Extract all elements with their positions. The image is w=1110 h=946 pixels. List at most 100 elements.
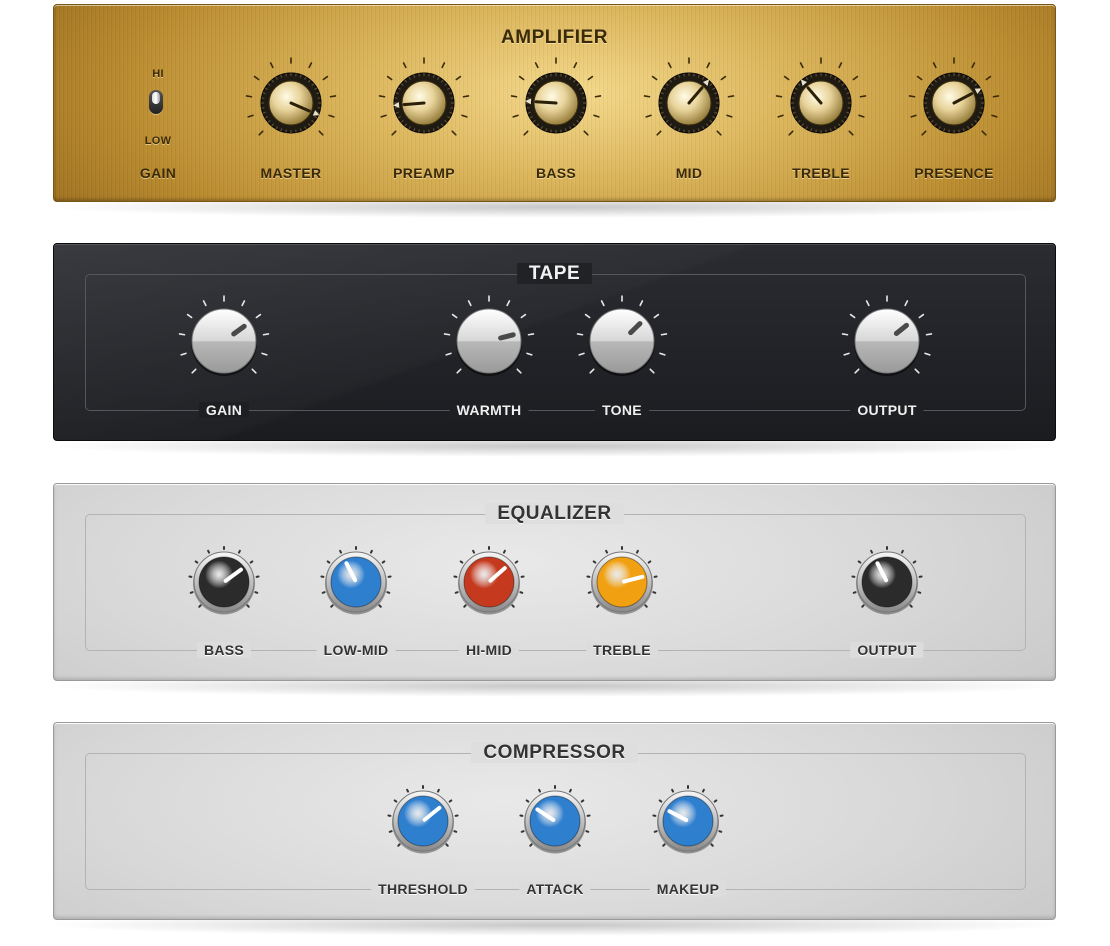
eq-bass-label: BASS: [196, 642, 252, 658]
knob-tick: [859, 95, 867, 98]
knob-tick: [378, 95, 386, 98]
knob-tick: [330, 604, 334, 608]
knob-tick: [445, 352, 452, 356]
knob-tick: [917, 591, 922, 594]
knob-tick: [600, 300, 605, 307]
tape-warmth-label: WARMTH: [449, 402, 529, 418]
knob-tick: [981, 130, 987, 136]
knob-tick: [180, 352, 187, 356]
knob-tick: [799, 62, 804, 69]
comp-knob-makeup[interactable]: [638, 771, 738, 871]
knob-tick: [467, 300, 472, 307]
knob-tick: [441, 62, 446, 69]
knob-tick: [635, 549, 639, 554]
knob-tick: [916, 75, 923, 81]
knob-tick: [246, 604, 250, 608]
knob-tick: [720, 75, 727, 81]
knob-tick: [594, 95, 602, 98]
knob-tick: [520, 830, 525, 833]
knob-cap: [589, 308, 655, 374]
knob-tick: [727, 95, 735, 98]
knob-tick: [378, 604, 382, 608]
knob-tick: [838, 62, 843, 69]
knob-tick: [445, 843, 449, 847]
comp-threshold-label: THRESHOLD: [371, 881, 475, 897]
amp-knob-master[interactable]: [241, 53, 341, 153]
amp-knob-treble[interactable]: [771, 53, 871, 153]
knob-tick: [453, 830, 458, 833]
knob-tick: [381, 560, 386, 564]
knob-tick: [716, 130, 722, 136]
knob-tick: [870, 549, 874, 554]
amp-knob-bass[interactable]: [506, 53, 606, 153]
knob-tick: [861, 604, 865, 608]
knob-tick: [848, 130, 854, 136]
knob-tick: [857, 560, 862, 564]
knob-indicator: [402, 101, 426, 107]
knob-tick: [339, 549, 343, 554]
knob-tick: [455, 75, 462, 81]
knob-tick: [653, 830, 658, 833]
tape-knob-output[interactable]: [837, 291, 937, 391]
knob-tick: [456, 368, 462, 374]
amp-mid-label: MID: [675, 165, 703, 181]
knob-tick: [578, 352, 585, 356]
comp-knob-attack[interactable]: [505, 771, 605, 871]
knob-tick: [706, 62, 711, 69]
knob-tick: [269, 62, 274, 69]
knob-tick: [406, 788, 410, 793]
knob-tick: [397, 843, 401, 847]
amp-presence-label: PRESENCE: [914, 165, 994, 181]
tape-knob-gain[interactable]: [174, 291, 274, 391]
tape-knob-warmth[interactable]: [439, 291, 539, 391]
amp-knob-preamp[interactable]: [374, 53, 474, 153]
knob-tick: [775, 95, 783, 98]
knob-tick: [241, 300, 246, 307]
gain-toggle-switch[interactable]: [148, 89, 164, 115]
eq-knob-bass[interactable]: [174, 532, 274, 632]
knob-tick: [667, 62, 672, 69]
knob-tick: [971, 62, 976, 69]
eq-treble-label: TREBLE: [586, 642, 658, 658]
knob-tick: [472, 549, 476, 554]
knob-tick: [402, 62, 407, 69]
knob-tick: [580, 799, 585, 803]
eq-knob-low-mid[interactable]: [306, 532, 406, 632]
knob-tick: [178, 333, 186, 336]
knob-tick: [589, 368, 595, 374]
comp-knob-threshold[interactable]: [373, 771, 473, 871]
knob-tick: [526, 352, 533, 356]
knob-tick: [671, 788, 675, 793]
knob-tick: [573, 62, 578, 69]
knob-tick: [462, 95, 470, 98]
knob-tick: [514, 560, 519, 564]
amp-knob-mid[interactable]: [639, 53, 739, 153]
tape-knob-tone[interactable]: [572, 291, 672, 391]
eq-knob-treble[interactable]: [572, 532, 672, 632]
knob-tick: [639, 300, 644, 307]
knob-tick: [568, 788, 572, 793]
knob-tick: [644, 604, 648, 608]
amp-knob-presence[interactable]: [904, 53, 1004, 153]
knob-tick: [322, 75, 329, 81]
tape-panel: TAPE GAIN WARMTH TONE OUTPUT: [53, 243, 1056, 441]
knob-tick: [596, 604, 600, 608]
knob-tick: [587, 75, 594, 81]
equalizer-panel: EQUALIZER BASS LOW-MID HI-MID TREBLE OUT…: [53, 483, 1056, 681]
knob-tick: [249, 560, 254, 564]
knob-tick: [584, 313, 591, 319]
knob-tick: [849, 313, 856, 319]
knob-tick: [534, 62, 539, 69]
knob-tick: [710, 843, 714, 847]
knob-tick: [649, 368, 655, 374]
knob-tick: [656, 130, 662, 136]
knob-tick: [985, 75, 992, 81]
knob-tick: [463, 604, 467, 608]
knob-tick: [254, 591, 259, 594]
amp-preamp-label: PREAMP: [393, 165, 455, 181]
tape-output-label: OUTPUT: [850, 402, 924, 418]
eq-knob-output[interactable]: [837, 532, 937, 632]
eq-knob-hi-mid[interactable]: [439, 532, 539, 632]
knob-tick: [511, 604, 515, 608]
knob-tick: [380, 114, 387, 118]
